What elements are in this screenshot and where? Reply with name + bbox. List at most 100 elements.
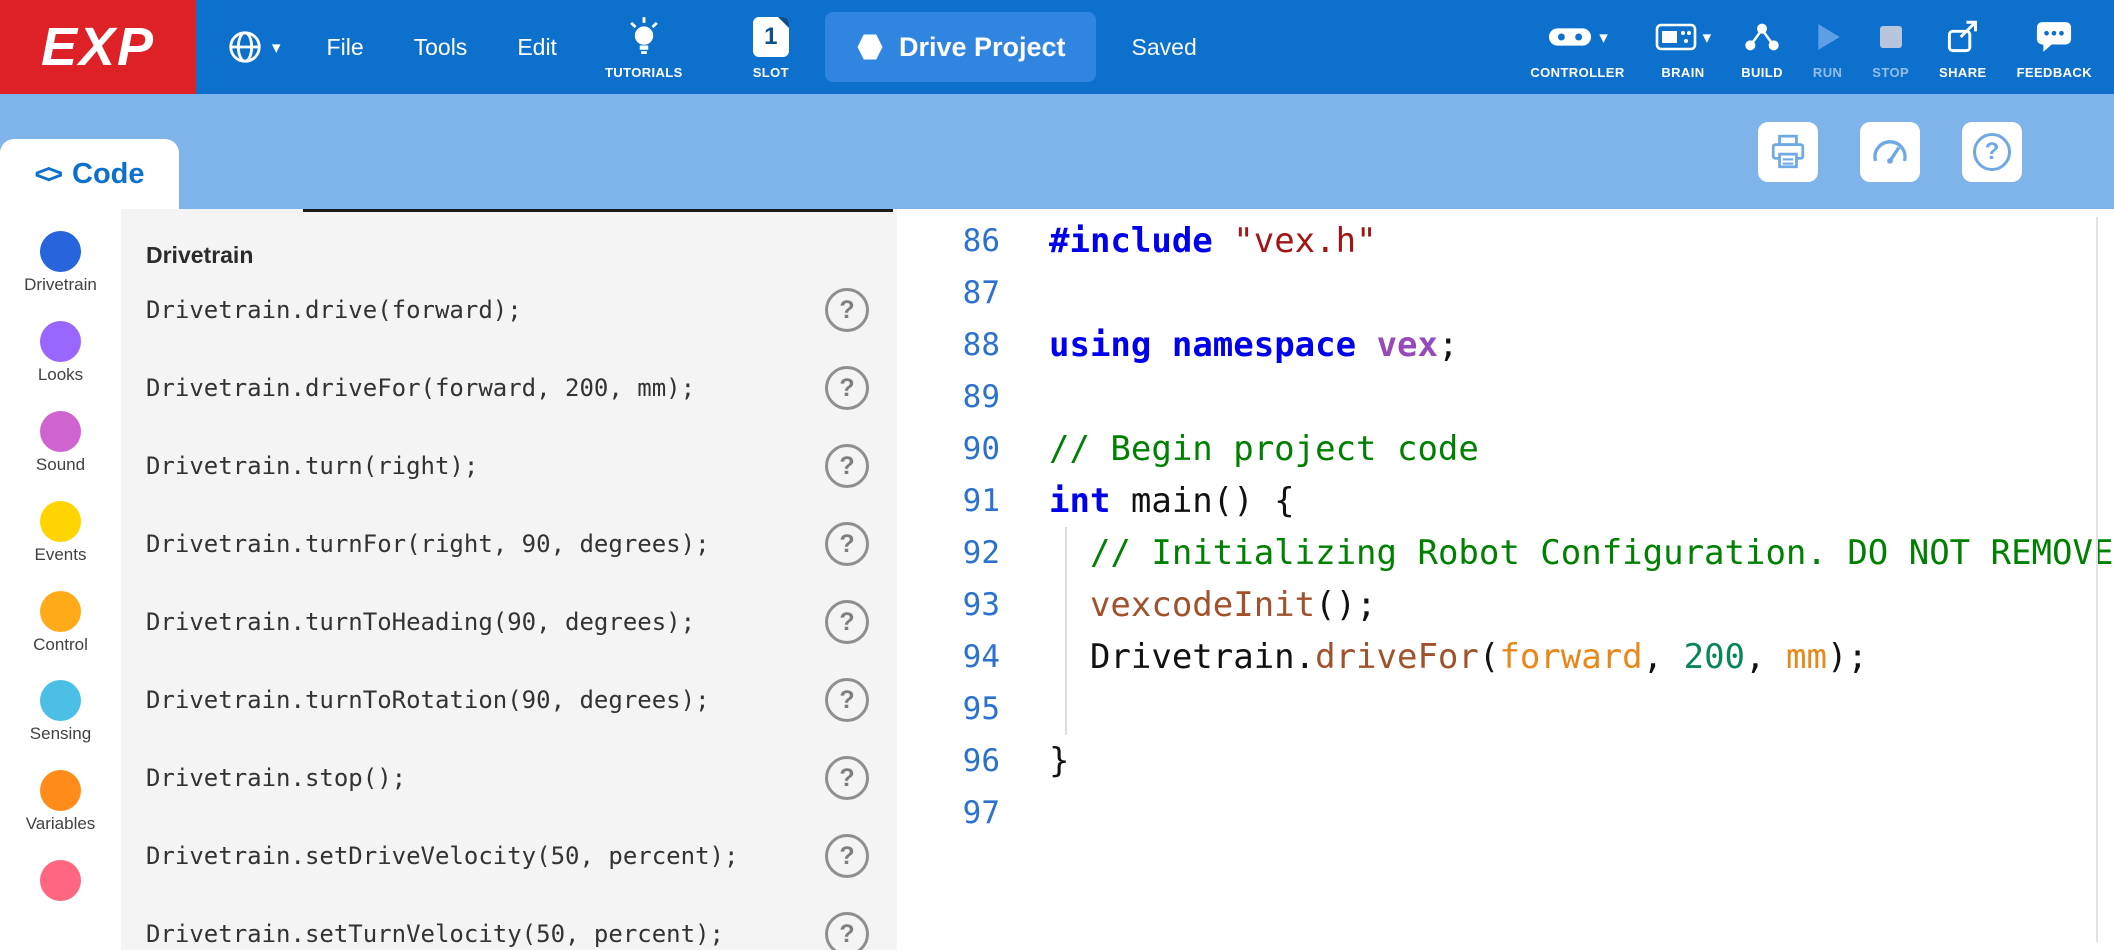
- tutorials-label: TUTORIALS: [605, 65, 683, 80]
- category-sidebar: Drivetrain Looks Sound Events: [0, 209, 121, 950]
- category-label: Sensing: [30, 724, 91, 744]
- code-line[interactable]: 89: [897, 371, 2114, 423]
- command-text[interactable]: Drivetrain.turnToRotation(90, degrees);: [146, 686, 825, 714]
- build-button[interactable]: BUILD: [1741, 14, 1783, 80]
- slot-number-icon: 1: [753, 17, 789, 57]
- command-text[interactable]: Drivetrain.setDriveVelocity(50, percent)…: [146, 842, 825, 870]
- command-help-button[interactable]: ?: [825, 444, 869, 488]
- command-help-button[interactable]: ?: [825, 522, 869, 566]
- command-help-button[interactable]: ?: [825, 912, 869, 950]
- help-button[interactable]: ?: [1962, 122, 2022, 182]
- command-item[interactable]: Drivetrain.stop(); ?: [121, 739, 897, 817]
- command-help-button[interactable]: ?: [825, 834, 869, 878]
- run-button[interactable]: RUN: [1813, 14, 1842, 80]
- code-line[interactable]: 87: [897, 267, 2114, 319]
- sidebar-category[interactable]: Drivetrain: [0, 231, 121, 321]
- code-line[interactable]: 95: [897, 683, 2114, 735]
- sidebar-category[interactable]: [0, 860, 121, 950]
- command-text[interactable]: Drivetrain.turn(right);: [146, 452, 825, 480]
- code-line[interactable]: 88 using namespace vex;: [897, 319, 2114, 371]
- sidebar-category[interactable]: Sensing: [0, 680, 121, 770]
- code-line[interactable]: 90 // Begin project code: [897, 423, 2114, 475]
- code-line[interactable]: 93 vexcodeInit();: [897, 579, 2114, 631]
- code-line-content: // Begin project code: [1049, 429, 1479, 469]
- stop-icon: [1878, 24, 1904, 50]
- code-line[interactable]: 96 }: [897, 735, 2114, 787]
- command-help-button[interactable]: ?: [825, 288, 869, 332]
- top-navbar: EXP ▾ File Tools Edit: [0, 0, 2114, 94]
- menu-item[interactable]: Tools: [414, 34, 468, 61]
- code-line[interactable]: 97: [897, 787, 2114, 839]
- code-line-content: }: [1049, 741, 1069, 781]
- vex-exp-logo[interactable]: EXP: [0, 0, 196, 94]
- controller-button[interactable]: ▾ CONTROLLER: [1530, 14, 1624, 80]
- command-list: Drivetrain.drive(forward); ? Drivetrain.…: [121, 271, 897, 950]
- code-line[interactable]: 92 // Initializing Robot Configuration. …: [897, 527, 2114, 579]
- command-palette: Drivetrain Drivetrain.drive(forward); ? …: [121, 209, 897, 950]
- feedback-chat-icon: [2035, 21, 2073, 53]
- category-color-icon[interactable]: [40, 591, 81, 632]
- lightbulb-icon: [627, 17, 661, 57]
- category-color-icon[interactable]: [40, 680, 81, 721]
- globe-icon: [226, 28, 264, 66]
- stop-button[interactable]: STOP: [1872, 14, 1909, 80]
- command-item[interactable]: Drivetrain.turn(right); ?: [121, 427, 897, 505]
- code-line-content: #include "vex.h": [1049, 221, 1377, 261]
- sidebar-category[interactable]: Variables: [0, 770, 121, 860]
- category-label: Variables: [26, 814, 96, 834]
- slot-button[interactable]: 1 SLOT: [753, 14, 789, 80]
- code-line[interactable]: 91 int main() {: [897, 475, 2114, 527]
- line-number: 86: [897, 223, 1000, 259]
- command-text[interactable]: Drivetrain.setTurnVelocity(50, percent);: [146, 920, 825, 948]
- print-button[interactable]: [1758, 122, 1818, 182]
- command-help-button[interactable]: ?: [825, 678, 869, 722]
- share-button[interactable]: SHARE: [1939, 14, 1987, 80]
- command-text[interactable]: Drivetrain.turnToHeading(90, degrees);: [146, 608, 825, 636]
- language-menu[interactable]: ▾: [226, 28, 281, 66]
- category-color-icon[interactable]: [40, 501, 81, 542]
- line-number: 88: [897, 327, 1000, 363]
- command-item[interactable]: Drivetrain.turnFor(right, 90, degrees); …: [121, 505, 897, 583]
- category-label: Events: [35, 545, 87, 565]
- command-text[interactable]: Drivetrain.drive(forward);: [146, 296, 825, 324]
- sidebar-category[interactable]: Control: [0, 591, 121, 681]
- command-text[interactable]: Drivetrain.driveFor(forward, 200, mm);: [146, 374, 825, 402]
- category-color-icon[interactable]: [40, 770, 81, 811]
- code-line[interactable]: 94 Drivetrain.driveFor(forward, 200, mm)…: [897, 631, 2114, 683]
- editor-scrollbar[interactable]: [2096, 217, 2098, 942]
- category-color-icon[interactable]: [40, 860, 81, 901]
- sidebar-category[interactable]: Events: [0, 501, 121, 591]
- command-item[interactable]: Drivetrain.setDriveVelocity(50, percent)…: [121, 817, 897, 895]
- command-help-button[interactable]: ?: [825, 756, 869, 800]
- category-color-icon[interactable]: [40, 411, 81, 452]
- command-item[interactable]: Drivetrain.driveFor(forward, 200, mm); ?: [121, 349, 897, 427]
- code-line-content: vexcodeInit();: [1049, 585, 1377, 625]
- code-editor[interactable]: 86 #include "vex.h" 87 88 using namespac…: [897, 209, 2114, 950]
- logo-text: EXP: [41, 16, 155, 78]
- command-text[interactable]: Drivetrain.turnFor(right, 90, degrees);: [146, 530, 825, 558]
- command-help-button[interactable]: ?: [825, 366, 869, 410]
- menu-item[interactable]: Edit: [517, 34, 557, 61]
- project-name-button[interactable]: Drive Project: [825, 12, 1096, 82]
- command-item[interactable]: Drivetrain.drive(forward); ?: [121, 271, 897, 349]
- command-help-button[interactable]: ?: [825, 600, 869, 644]
- tutorials-button[interactable]: TUTORIALS: [605, 14, 683, 80]
- command-item[interactable]: Drivetrain.turnToRotation(90, degrees); …: [121, 661, 897, 739]
- sidebar-category[interactable]: Looks: [0, 321, 121, 411]
- dashboard-button[interactable]: [1860, 122, 1920, 182]
- category-label: Looks: [38, 365, 83, 385]
- line-number: 87: [897, 275, 1000, 311]
- command-item[interactable]: Drivetrain.turnToHeading(90, degrees); ?: [121, 583, 897, 661]
- category-color-icon[interactable]: [40, 321, 81, 362]
- brain-button[interactable]: ▾ BRAIN: [1655, 14, 1712, 80]
- tab-code[interactable]: <> Code: [0, 139, 179, 209]
- code-line[interactable]: 86 #include "vex.h": [897, 215, 2114, 267]
- command-text[interactable]: Drivetrain.stop();: [146, 764, 825, 792]
- palette-drag-handle[interactable]: [303, 209, 893, 212]
- sidebar-category[interactable]: Sound: [0, 411, 121, 501]
- build-icon: [1742, 21, 1782, 53]
- menu-item[interactable]: File: [327, 34, 364, 61]
- command-item[interactable]: Drivetrain.setTurnVelocity(50, percent);…: [121, 895, 897, 950]
- feedback-button[interactable]: FEEDBACK: [2017, 14, 2092, 80]
- category-color-icon[interactable]: [40, 231, 81, 272]
